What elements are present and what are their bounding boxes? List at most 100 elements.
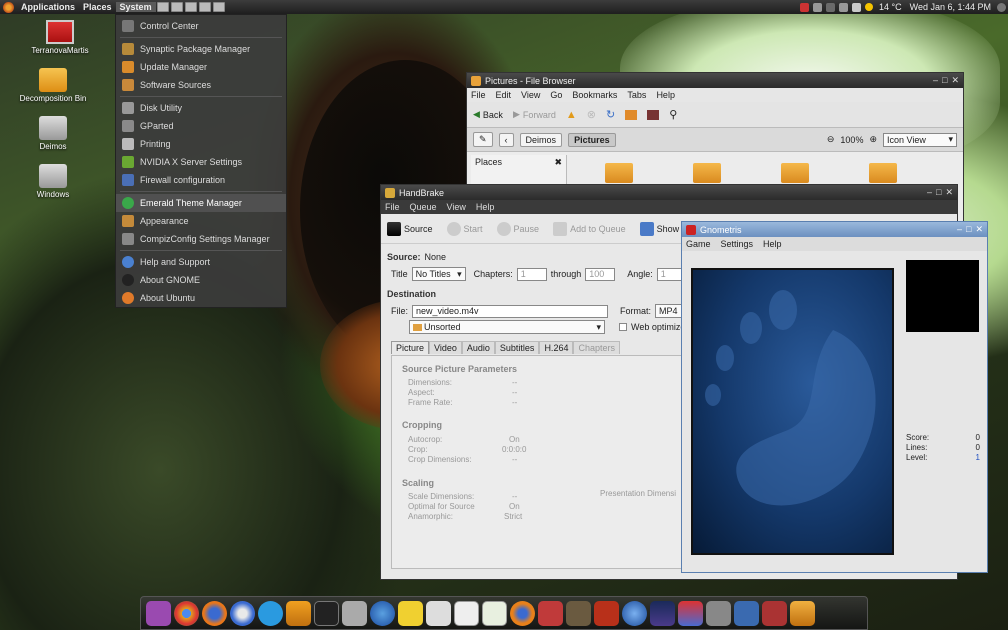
stellarium-icon[interactable] [650, 600, 675, 626]
menu-item-compizconfig[interactable]: CompizConfig Settings Manager [116, 230, 286, 248]
pidgin-icon[interactable] [370, 600, 395, 626]
pause-button[interactable]: Pause [496, 221, 539, 236]
menu-file[interactable]: File [385, 202, 400, 212]
reload-icon[interactable]: ↻ [606, 108, 615, 121]
forward-button[interactable]: ▶ Forward [513, 109, 556, 120]
network-tray-icon[interactable] [799, 2, 809, 12]
virtualbox-icon[interactable] [734, 600, 759, 626]
web-optimize-checkbox[interactable] [619, 323, 627, 331]
menu-tabs[interactable]: Tabs [627, 90, 646, 100]
start-button[interactable]: Start [446, 221, 483, 236]
path-button-deimos[interactable]: Deimos [519, 132, 563, 147]
destination-folder-select[interactable]: Unsorted ▾ [409, 320, 605, 334]
terminal-launcher-icon[interactable] [170, 2, 183, 12]
menu-item-synaptic[interactable]: Synaptic Package Manager [116, 40, 286, 58]
update-launcher-icon[interactable] [212, 2, 225, 12]
blender-icon[interactable] [510, 600, 535, 626]
menu-item-nvidia[interactable]: NVIDIA X Server Settings [116, 153, 286, 171]
tab-picture[interactable]: Picture [391, 341, 430, 354]
menu-file[interactable]: File [471, 90, 486, 100]
minimize-icon[interactable]: – [957, 224, 962, 235]
disk-icon[interactable] [342, 600, 367, 626]
maximize-icon[interactable]: □ [942, 75, 947, 86]
computer-icon[interactable] [647, 109, 660, 120]
tools-icon[interactable] [762, 600, 787, 626]
close-icon[interactable]: ✕ [951, 75, 959, 86]
menu-settings[interactable]: Settings [721, 239, 754, 249]
printer-launcher-icon[interactable] [184, 2, 197, 12]
menu-item-about-ubuntu[interactable]: About Ubuntu [116, 289, 286, 307]
back-button[interactable]: ◀ Back [473, 109, 503, 120]
sidebar-places-select[interactable]: Places [475, 157, 502, 168]
char-map-icon[interactable] [706, 600, 731, 626]
menu-applications[interactable]: Applications [17, 2, 79, 12]
thunderbird-icon[interactable] [230, 600, 255, 626]
zoom-in-icon[interactable]: ⊕ [869, 134, 877, 145]
menu-item-printing[interactable]: Printing [116, 135, 286, 153]
menu-go[interactable]: Go [550, 90, 562, 100]
file-name-input[interactable]: new_video.m4v [412, 304, 609, 318]
menu-game[interactable]: Game [686, 239, 711, 249]
path-button-pictures[interactable]: Pictures [568, 132, 616, 147]
power-icon[interactable] [997, 2, 1006, 12]
menu-edit[interactable]: Edit [496, 90, 512, 100]
desktop-icon-trash[interactable]: Decomposition Bin [13, 68, 93, 103]
vlc-icon[interactable] [286, 600, 311, 626]
network-launcher-icon[interactable] [198, 2, 211, 12]
desktop-icon-computer[interactable]: TerranovaMartis [20, 20, 100, 55]
minimize-icon[interactable]: – [933, 75, 938, 86]
menu-help[interactable]: Help [476, 202, 495, 212]
google-earth-icon[interactable] [622, 600, 647, 626]
office-writer-icon[interactable] [454, 600, 479, 626]
add-to-queue-button[interactable]: Add to Queue [553, 221, 626, 236]
path-left-arrow-icon[interactable]: ‹ [498, 132, 514, 147]
bluetooth-tray-icon[interactable] [825, 2, 835, 12]
menu-item-software-sources[interactable]: Software Sources [116, 76, 286, 94]
close-icon[interactable]: ✕ [945, 187, 953, 198]
menu-help[interactable]: Help [656, 90, 675, 100]
text-editor-icon[interactable] [426, 600, 451, 626]
maximize-icon[interactable]: □ [936, 187, 941, 198]
clock[interactable]: Wed Jan 6, 1:44 PM [910, 2, 991, 12]
file-browser-titlebar[interactable]: Pictures - File Browser – □ ✕ [467, 73, 963, 88]
chapters-to-spin[interactable]: 100 [585, 267, 616, 281]
tab-subtitles[interactable]: Subtitles [494, 341, 540, 354]
volume-tray-icon[interactable] [838, 2, 848, 12]
view-mode-select[interactable]: Icon View ▾ [883, 132, 957, 147]
pie-icon[interactable] [594, 600, 619, 626]
menu-item-control-center[interactable]: Control Center [116, 17, 286, 35]
menu-view[interactable]: View [447, 202, 466, 212]
menu-queue[interactable]: Queue [410, 202, 437, 212]
handbrake-titlebar[interactable]: HandBrake – □ ✕ [381, 185, 957, 200]
menu-item-emerald[interactable]: Emerald Theme Manager [116, 194, 286, 212]
weather-temp[interactable]: 14 °C [879, 2, 902, 12]
paint-icon[interactable] [538, 600, 563, 626]
menu-item-update-manager[interactable]: Update Manager [116, 58, 286, 76]
source-button[interactable]: Source [387, 221, 433, 236]
gimp-icon[interactable] [566, 600, 591, 626]
gnometris-titlebar[interactable]: Gnometris – □ ✕ [682, 222, 987, 237]
close-icon[interactable]: ✖ [554, 157, 562, 168]
home-icon[interactable] [625, 109, 638, 120]
tab-h264[interactable]: H.264 [539, 341, 574, 354]
tab-video[interactable]: Video [429, 341, 462, 354]
menu-view[interactable]: View [521, 90, 540, 100]
menu-help[interactable]: Help [763, 239, 782, 249]
menu-item-about-gnome[interactable]: About GNOME [116, 271, 286, 289]
monitor-launcher-icon[interactable] [156, 2, 169, 12]
home-folder-icon[interactable] [790, 600, 815, 626]
stop-icon[interactable]: ⊗ [587, 108, 596, 121]
menu-item-help[interactable]: Help and Support [116, 253, 286, 271]
gnome-icon[interactable] [146, 600, 171, 626]
gnometris-icon[interactable] [678, 600, 703, 626]
menu-item-gparted[interactable]: GParted [116, 117, 286, 135]
firefox-icon[interactable] [202, 600, 227, 626]
up-arrow-icon[interactable]: ▲ [566, 109, 577, 121]
terminal-icon[interactable] [314, 600, 339, 626]
mail-tray-icon[interactable] [851, 2, 861, 12]
title-select[interactable]: No Titles ▾ [411, 267, 466, 281]
tab-chapters[interactable]: Chapters [573, 341, 620, 354]
menu-places[interactable]: Places [79, 2, 116, 12]
menu-system[interactable]: System [115, 2, 156, 12]
chapters-from-spin[interactable]: 1 [516, 267, 547, 281]
